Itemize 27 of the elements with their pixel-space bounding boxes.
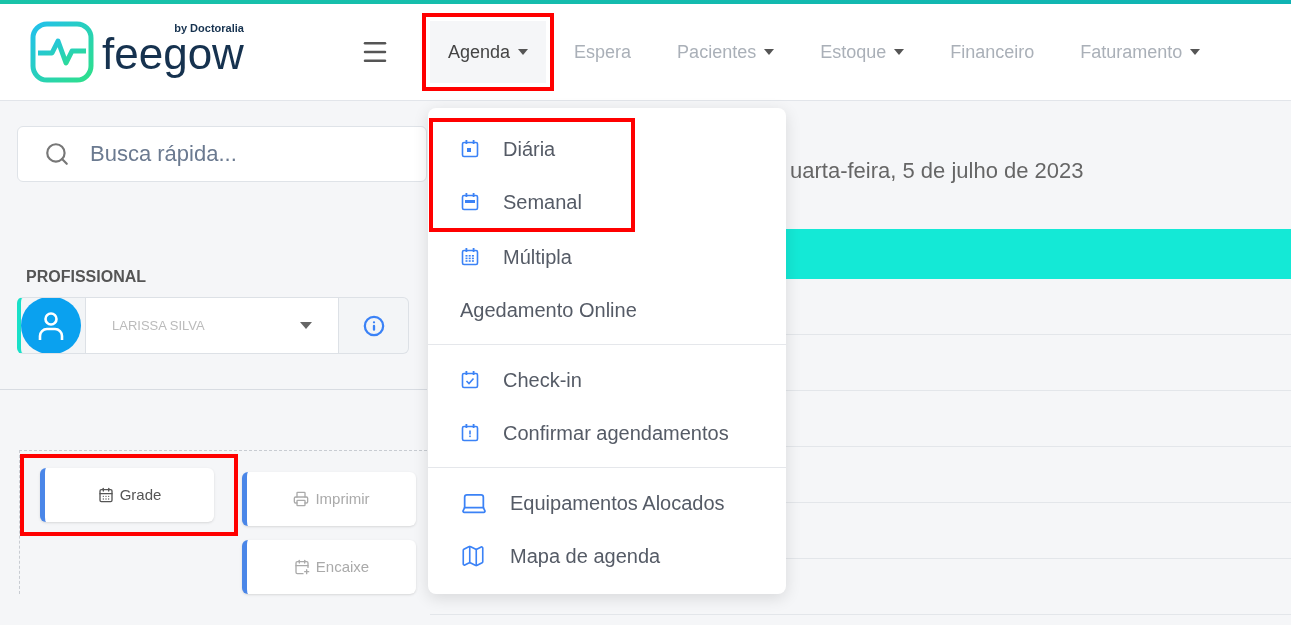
logo-icon	[30, 21, 94, 83]
search-field[interactable]: Busca rápida...	[17, 126, 427, 182]
caret-icon	[300, 322, 312, 329]
logo-byline: by Doctoralia	[174, 22, 244, 34]
menu-item[interactable]: Equipamentos Alocados	[428, 476, 786, 529]
menu-item[interactable]: Check-in	[428, 353, 786, 406]
search-icon	[44, 141, 70, 167]
nav-item[interactable]: Agenda	[430, 21, 547, 83]
info-icon[interactable]	[362, 314, 385, 337]
printer-icon	[293, 491, 310, 507]
menu-item[interactable]: Múltipla	[428, 230, 786, 283]
calendar-icon	[460, 246, 480, 267]
calendar-alert-icon	[460, 422, 480, 443]
menu-item[interactable]: Confirmar agendamentos	[428, 406, 786, 459]
date-text: uarta-feira, 5 de julho de 2023	[790, 156, 1084, 185]
calendar-day-icon	[460, 138, 480, 159]
view-button[interactable]: Grade	[40, 468, 214, 522]
menu-item[interactable]: Agedamento Online	[428, 283, 786, 336]
calendar-plus-icon	[293, 559, 310, 575]
menu-item[interactable]: Mapa de agenda	[428, 529, 786, 582]
calendar-week-icon	[460, 191, 480, 212]
user-icon	[38, 310, 64, 341]
field-label: PROFISSIONAL	[26, 267, 147, 287]
calendar-icon	[97, 487, 114, 503]
menu-item[interactable]: Semanal	[428, 175, 631, 228]
calendar-check-icon	[460, 369, 480, 390]
menu-item[interactable]: Diária	[428, 122, 631, 175]
